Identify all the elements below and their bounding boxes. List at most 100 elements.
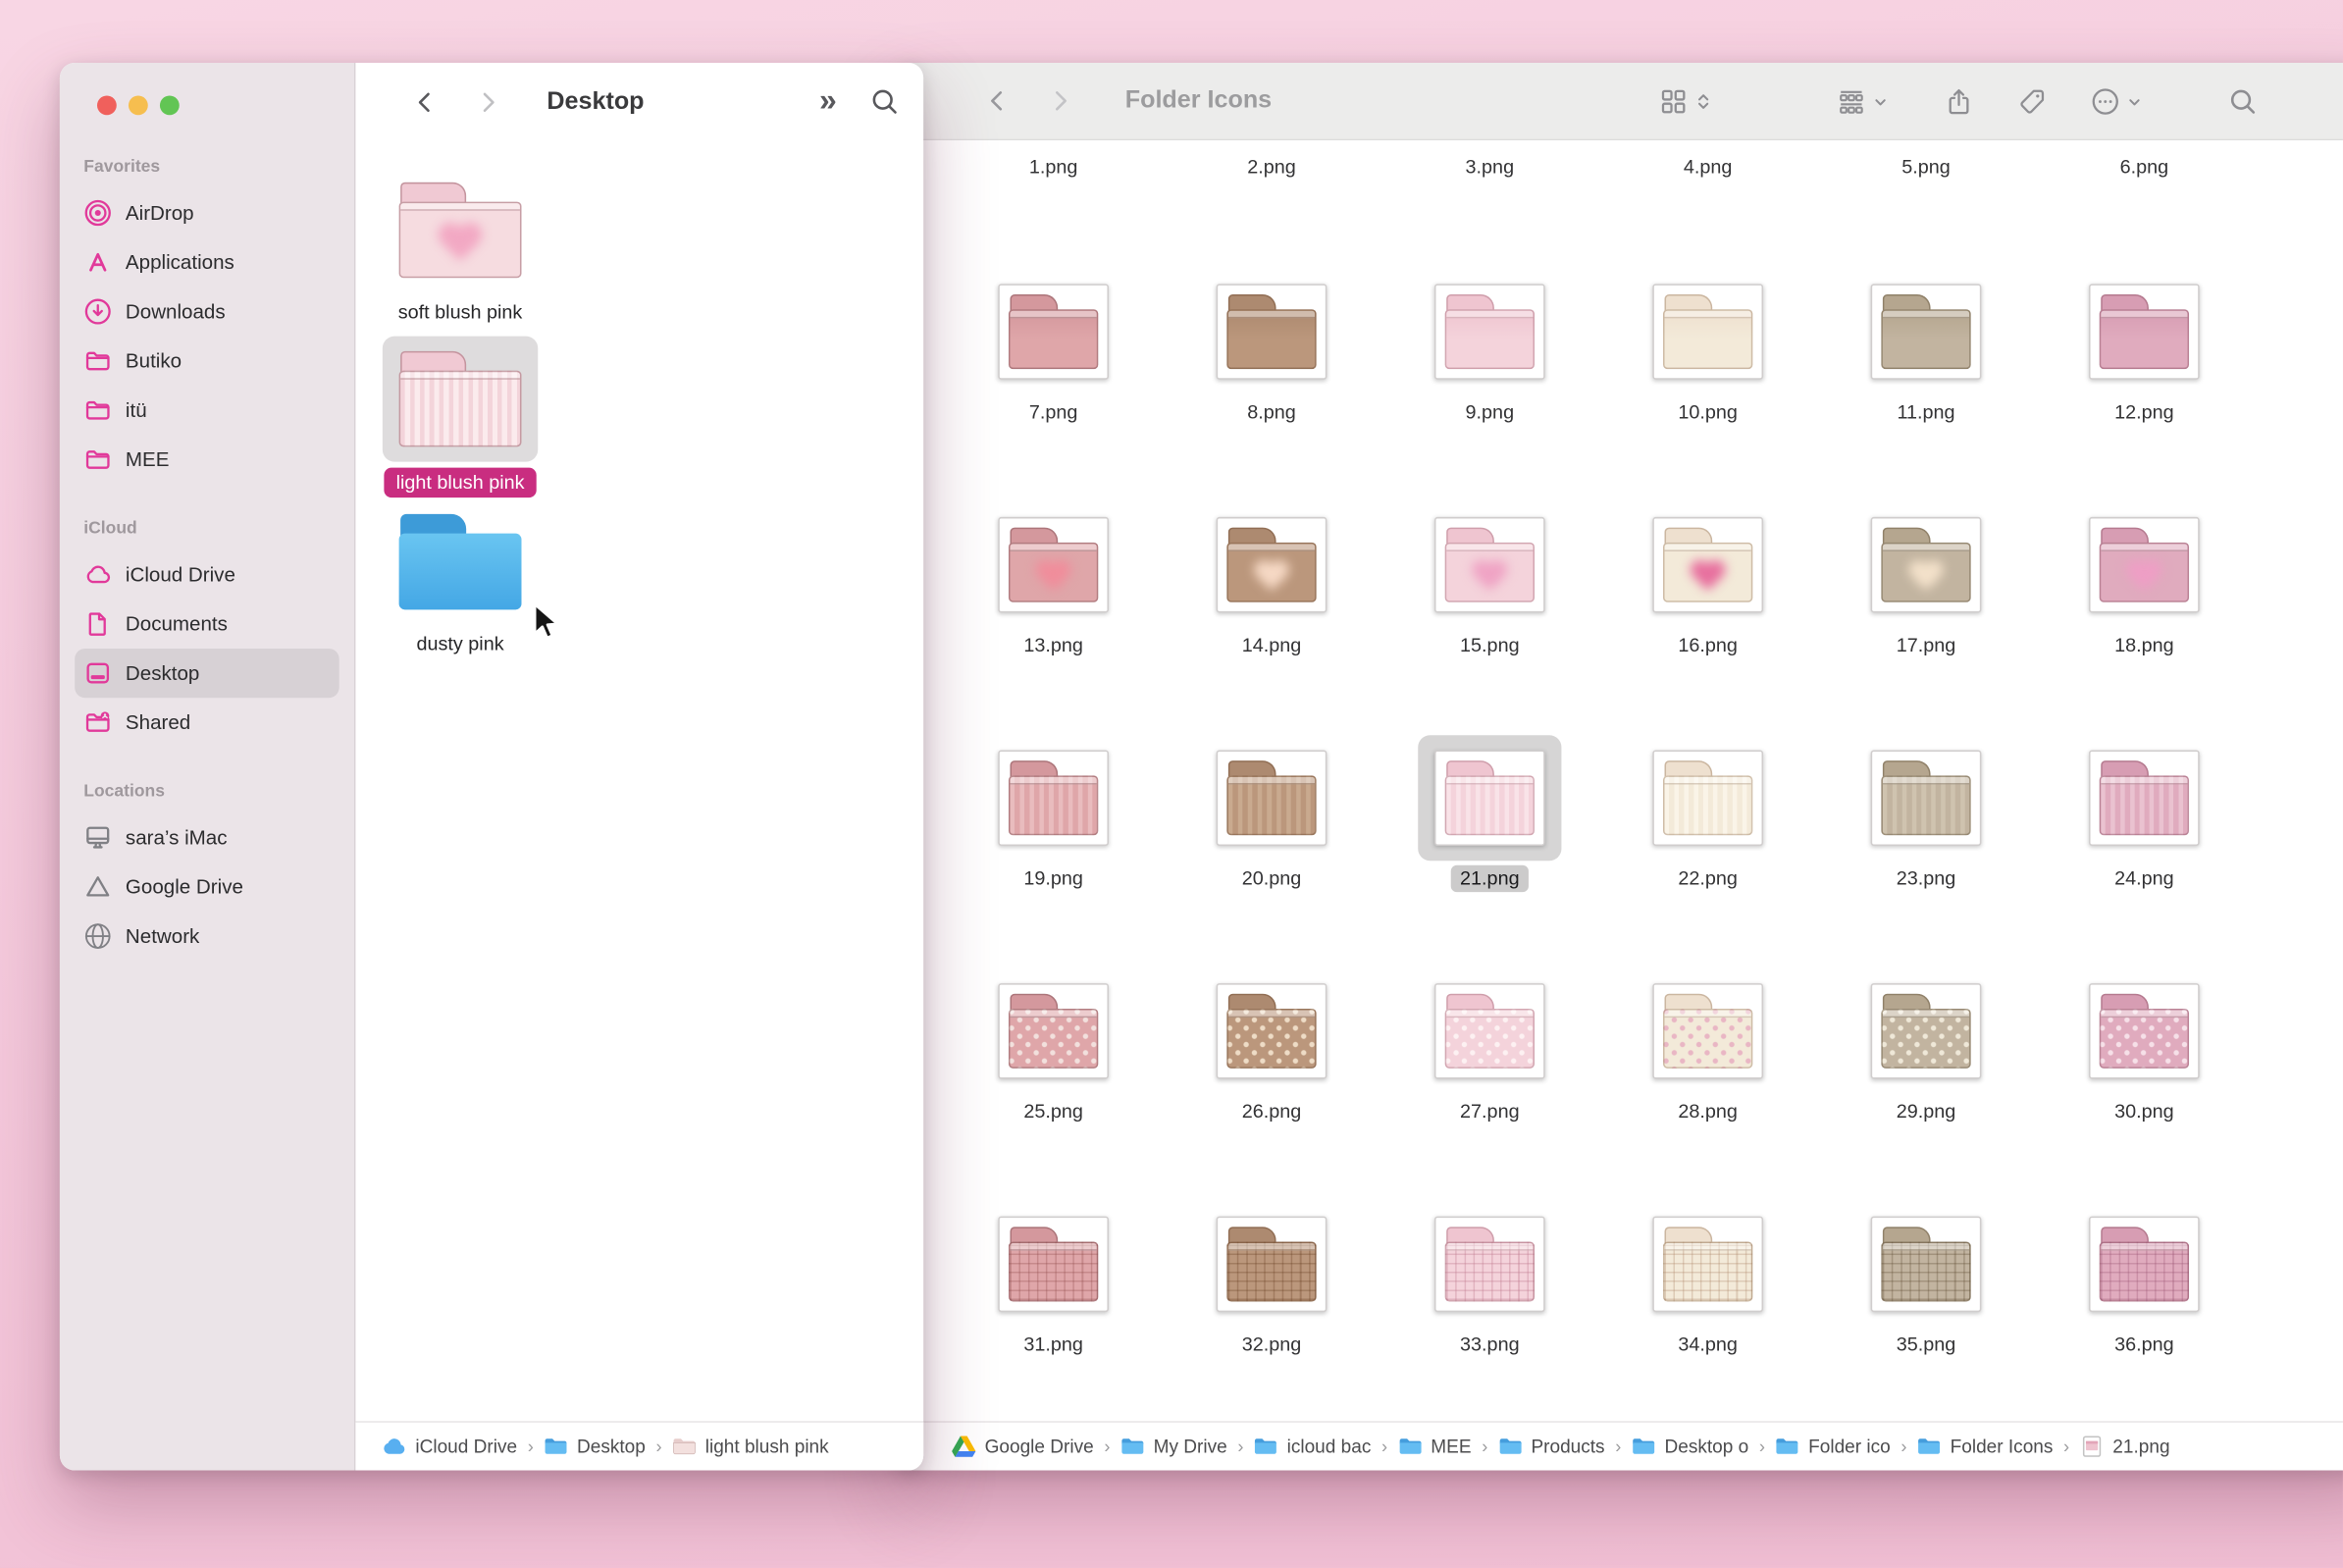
file-item-30.png[interactable]: 30.png	[2047, 968, 2241, 1124]
file-item-8.png[interactable]: 8.png	[1174, 269, 1369, 424]
file-label: 13.png	[957, 632, 1151, 657]
sidebar-item-mee[interactable]: MEE	[75, 435, 339, 484]
file-item-3.png[interactable]: 3.png	[1392, 149, 1587, 179]
window-title: Folder Icons	[1125, 86, 1272, 115]
breadcrumb-label: Products	[1531, 1437, 1604, 1457]
breadcrumb-desktop-o[interactable]: Desktop o	[1632, 1437, 1748, 1457]
sidebar-section: iCloudiCloud DriveDocumentsDesktopShared	[75, 520, 339, 747]
sidebar-item-it-[interactable]: itü	[75, 386, 339, 435]
breadcrumb-icloud-drive[interactable]: iCloud Drive	[383, 1437, 517, 1457]
file-item-16.png[interactable]: 16.png	[1611, 502, 1805, 657]
toolbar-overflow-button[interactable]: »	[819, 83, 837, 120]
file-item-19.png[interactable]: 19.png	[957, 735, 1151, 890]
forward-button[interactable]	[1041, 79, 1077, 122]
search-icon[interactable]	[869, 86, 899, 116]
file-label: 23.png	[1829, 865, 2023, 891]
file-item-4.png[interactable]: 4.png	[1611, 149, 1805, 179]
file-item-9.png[interactable]: 9.png	[1392, 269, 1587, 424]
tag-button[interactable]	[2017, 86, 2047, 116]
file-item-24.png[interactable]: 24.png	[2047, 735, 2241, 890]
file-item-36.png[interactable]: 36.png	[2047, 1201, 2241, 1356]
sidebar-item-network[interactable]: Network	[75, 912, 339, 961]
more-actions-button[interactable]	[2091, 86, 2143, 116]
breadcrumb-mee[interactable]: MEE	[1398, 1437, 1472, 1457]
file-item-15.png[interactable]: 15.png	[1392, 502, 1587, 657]
back-button[interactable]	[978, 79, 1015, 122]
document-icon	[83, 609, 112, 638]
file-item-25.png[interactable]: 25.png	[957, 968, 1151, 1124]
file-label: 15.png	[1392, 632, 1587, 657]
forward-button[interactable]	[469, 80, 505, 123]
breadcrumb-folder-ico[interactable]: Folder ico	[1776, 1437, 1891, 1457]
file-item-18.png[interactable]: 18.png	[2047, 502, 2241, 657]
back-button[interactable]	[406, 80, 443, 123]
desktop-file-light-blush-pink[interactable]: light blush pink	[363, 337, 557, 497]
file-item-2.png[interactable]: 2.png	[1174, 149, 1369, 179]
zoom-button[interactable]	[160, 95, 180, 115]
file-item-13.png[interactable]: 13.png	[957, 502, 1151, 657]
file-item-22.png[interactable]: 22.png	[1611, 735, 1805, 890]
desktop-file-dusty-pink[interactable]: dusty pink	[363, 499, 557, 656]
sidebar-item-butiko[interactable]: Butiko	[75, 337, 339, 386]
breadcrumb-folder-icons[interactable]: Folder Icons	[1917, 1437, 2053, 1457]
file-item-33.png[interactable]: 33.png	[1392, 1201, 1587, 1356]
view-grid-button[interactable]	[1658, 86, 1712, 116]
file-item-31.png[interactable]: 31.png	[957, 1201, 1151, 1356]
file-item-23.png[interactable]: 23.png	[1829, 735, 2023, 890]
file-item-17.png[interactable]: 17.png	[1829, 502, 2023, 657]
file-item-27.png[interactable]: 27.png	[1392, 968, 1587, 1124]
breadcrumb-light-blush-pink[interactable]: light blush pink	[672, 1437, 828, 1457]
breadcrumb-google-drive[interactable]: Google Drive	[952, 1437, 1094, 1457]
sidebar-item-label: MEE	[126, 448, 170, 471]
folder-blue-icon	[544, 1437, 567, 1457]
sidebar-item-desktop[interactable]: Desktop	[75, 649, 339, 698]
share-button[interactable]	[1944, 86, 1973, 116]
file-item-1.png[interactable]: 1.png	[957, 149, 1151, 179]
file-thumbnail	[1200, 1201, 1343, 1327]
sidebar-item-applications[interactable]: Applications	[75, 237, 339, 287]
file-item-10.png[interactable]: 10.png	[1611, 269, 1805, 424]
search-icon[interactable]	[2228, 86, 2258, 116]
breadcrumb-my-drive[interactable]: My Drive	[1120, 1437, 1227, 1457]
file-item-35.png[interactable]: 35.png	[1829, 1201, 2023, 1356]
sidebar-item-documents[interactable]: Documents	[75, 600, 339, 649]
sidebar-item-shared[interactable]: Shared	[75, 698, 339, 747]
minimize-button[interactable]	[129, 95, 148, 115]
breadcrumb-21-png[interactable]: 21.png	[2080, 1437, 2170, 1457]
file-thumbnail	[1637, 735, 1780, 861]
file-thumbnail	[1637, 968, 1780, 1094]
sidebar-item-icloud-drive[interactable]: iCloud Drive	[75, 549, 339, 599]
file-item-5.png[interactable]: 5.png	[1829, 149, 2023, 179]
file-label: 31.png	[957, 1332, 1151, 1357]
sidebar-item-airdrop[interactable]: AirDrop	[75, 188, 339, 237]
sidebar-section-title: Favorites	[75, 158, 339, 187]
file-item-11.png[interactable]: 11.png	[1829, 269, 2023, 424]
file-grid: 1.png 2.png 3.png 4.png 5.png 6.png 7.png8.png…	[897, 140, 2343, 1421]
breadcrumb-icloud-bac[interactable]: icloud bac	[1254, 1437, 1371, 1457]
file-thumbnail	[1200, 502, 1343, 628]
group-view-button[interactable]	[1837, 86, 1889, 116]
file-label: light blush pink	[363, 468, 557, 497]
file-item-26.png[interactable]: 26.png	[1174, 968, 1369, 1124]
close-button[interactable]	[97, 95, 117, 115]
file-item-28.png[interactable]: 28.png	[1611, 968, 1805, 1124]
sidebar-item-google-drive[interactable]: Google Drive	[75, 862, 339, 912]
file-item-29.png[interactable]: 29.png	[1829, 968, 2023, 1124]
file-label: 26.png	[1174, 1098, 1369, 1124]
file-item-20.png[interactable]: 20.png	[1174, 735, 1369, 890]
file-thumbnail	[2072, 269, 2215, 394]
file-item-6.png[interactable]: 6.png	[2047, 149, 2241, 179]
breadcrumb-products[interactable]: Products	[1498, 1437, 1605, 1457]
file-item-7.png[interactable]: 7.png	[957, 269, 1151, 424]
file-item-12.png[interactable]: 12.png	[2047, 269, 2241, 424]
file-thumbnail	[982, 502, 1125, 628]
file-item-34.png[interactable]: 34.png	[1611, 1201, 1805, 1356]
file-item-21.png[interactable]: 21.png	[1392, 735, 1587, 890]
sidebar-item-sara-s-imac[interactable]: sara’s iMac	[75, 812, 339, 862]
breadcrumb-desktop[interactable]: Desktop	[544, 1437, 645, 1457]
file-item-32.png[interactable]: 32.png	[1174, 1201, 1369, 1356]
file-item-14.png[interactable]: 14.png	[1174, 502, 1369, 657]
folder-blue-icon	[1632, 1437, 1655, 1457]
sidebar-item-downloads[interactable]: Downloads	[75, 287, 339, 336]
desktop-file-soft-blush-pink[interactable]: soft blush pink	[363, 168, 557, 325]
